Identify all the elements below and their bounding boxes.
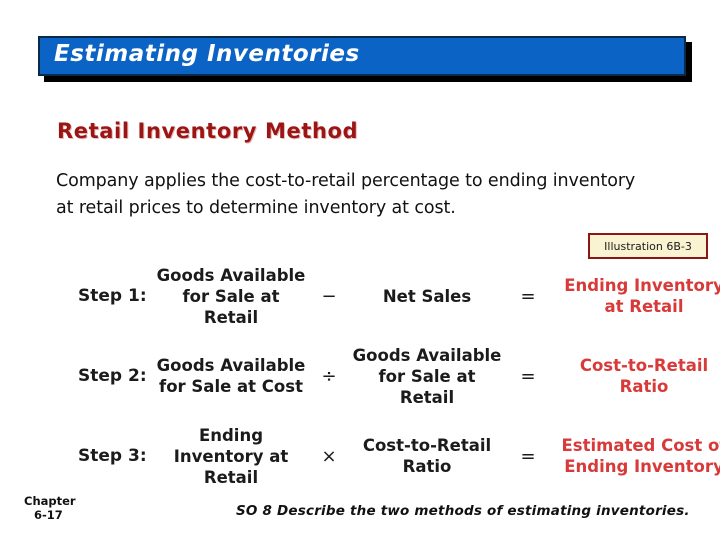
operator-symbol: ÷ xyxy=(321,365,337,387)
retail-inventory-steps-diagram: Step 1: Goods Available for Sale at Reta… xyxy=(60,256,720,496)
step-label: Step 3: xyxy=(78,446,147,466)
step-row: Step 1: Goods Available for Sale at Reta… xyxy=(60,256,720,336)
step-result: Ending Inventory at Retail xyxy=(564,276,720,316)
equals-symbol: = xyxy=(520,285,536,307)
operator-symbol: × xyxy=(321,445,337,467)
step-term-2: Net Sales xyxy=(382,286,472,306)
step-term-1: Ending Inventory at Retail xyxy=(173,425,289,487)
step-term-1: Goods Available for Sale at Retail xyxy=(156,265,306,327)
step-row: Step 2: Goods Available for Sale at Cost… xyxy=(60,336,720,416)
step-result: Estimated Cost of Ending Inventory xyxy=(561,436,720,476)
chapter-footer: Chapter 6-17 xyxy=(24,494,76,522)
slide-title: Estimating Inventories xyxy=(54,41,360,67)
step-row: Step 3: Ending Inventory at Retail × Cos… xyxy=(60,416,720,496)
step-label: Step 2: xyxy=(78,366,147,386)
step-label: Step 1: xyxy=(78,286,147,306)
step-term-2: Cost-to-Retail Ratio xyxy=(362,436,492,476)
step-result: Cost-to-Retail Ratio xyxy=(579,356,709,396)
section-heading: Retail Inventory Method xyxy=(57,119,359,143)
study-objective-footer: SO 8 Describe the two methods of estimat… xyxy=(236,503,690,519)
body-paragraph: Company applies the cost-to-retail perce… xyxy=(56,171,636,218)
step-term-2: Goods Available for Sale at Retail xyxy=(352,345,502,407)
chapter-number: 6-17 xyxy=(34,508,63,522)
operator-symbol: − xyxy=(321,285,337,307)
equals-symbol: = xyxy=(520,365,536,387)
chapter-label: Chapter xyxy=(24,494,76,508)
slide-title-banner: Estimating Inventories xyxy=(38,36,692,82)
equals-symbol: = xyxy=(520,445,536,467)
step-term-1: Goods Available for Sale at Cost xyxy=(156,356,306,396)
